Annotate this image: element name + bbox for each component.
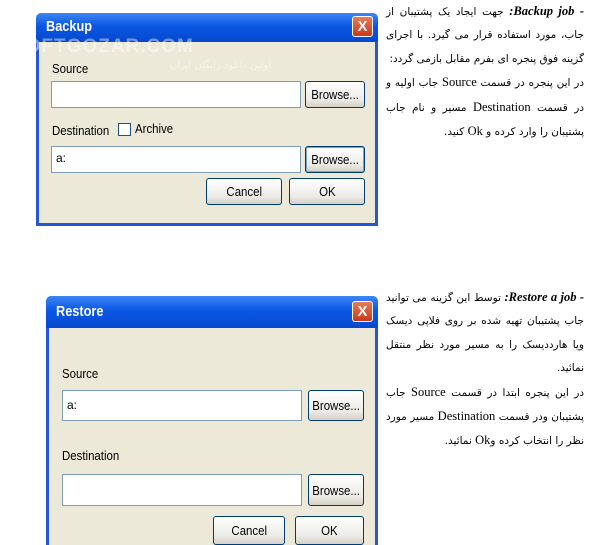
ok-button-label: OK — [321, 523, 338, 538]
backup-ok-button[interactable]: OK — [289, 178, 365, 205]
browse-button-label: Browse... — [311, 152, 359, 167]
restore-description: - Restore a job: توسط این گزینه می توانی… — [386, 286, 584, 454]
backup-source-label: Source — [52, 61, 89, 76]
backup-destination-label: Destination — [52, 123, 110, 138]
restore-cancel-button[interactable]: Cancel — [213, 516, 285, 545]
cancel-button-label: Cancel — [231, 523, 267, 538]
backup-destination-browse-button[interactable]: Browse... — [305, 146, 365, 173]
restore-source-browse-button[interactable]: Browse... — [308, 390, 364, 421]
backup-dialog-title: Backup — [46, 18, 93, 35]
restore-ok-word: Ok — [475, 433, 491, 448]
archive-checkbox[interactable] — [118, 123, 131, 136]
restore-job-heading: - Restore a job: — [504, 290, 585, 304]
restore-destination-input[interactable] — [62, 474, 302, 506]
backup-source-browse-button[interactable]: Browse... — [305, 81, 365, 108]
close-icon: X — [357, 18, 368, 35]
backup-description-p2a: در این پنجره در قسمت — [476, 77, 584, 90]
browse-button-label: Browse... — [312, 398, 360, 413]
backup-close-button[interactable]: X — [352, 16, 373, 37]
restore-dialog: Restore X Source a: Browse... Destinatio… — [46, 296, 378, 545]
restore-description-intro: توسط این گزینه می توانید جاب پشتیبان تهی… — [386, 292, 584, 375]
backup-description: - Backup job: جهت ایجاد یک پشتیبان از جا… — [386, 0, 584, 144]
backup-destination-input[interactable]: a: — [51, 146, 301, 173]
restore-dialog-title: Restore — [56, 303, 104, 320]
restore-source-label: Source — [62, 366, 99, 381]
backup-job-heading: - Backup job: — [509, 4, 584, 18]
restore-destination-browse-button[interactable]: Browse... — [308, 474, 364, 506]
restore-destination-word: Destination — [437, 409, 496, 424]
close-icon: X — [357, 303, 368, 320]
restore-description-p2a: در این پنجره ابتدا در قسمت — [445, 386, 585, 399]
backup-description-p2d: کنید. — [444, 126, 468, 139]
browse-button-label: Browse... — [311, 87, 359, 102]
backup-source-word: Source — [442, 75, 477, 90]
ok-button-label: OK — [318, 184, 336, 199]
restore-dialog-body: Source a: Browse... Destination Browse..… — [49, 328, 375, 545]
watermark-subtext: اولین دانلود رایگان ایران — [170, 60, 272, 71]
browse-button-label: Browse... — [312, 482, 360, 498]
restore-source-word: Source — [411, 384, 446, 399]
backup-cancel-button[interactable]: Cancel — [206, 178, 282, 205]
archive-label: Archive — [135, 121, 174, 136]
restore-source-input[interactable]: a: — [62, 390, 302, 421]
watermark-logo: SOFTGOZAR.COM — [12, 36, 194, 57]
backup-destination-word: Destination — [472, 99, 531, 114]
restore-description-p2d: نمائید. — [444, 435, 476, 448]
cancel-button-label: Cancel — [226, 184, 262, 199]
restore-title-bar[interactable]: Restore X — [46, 296, 378, 328]
restore-close-button[interactable]: X — [352, 301, 373, 322]
restore-ok-button[interactable]: OK — [295, 516, 364, 545]
restore-destination-label: Destination — [62, 448, 120, 463]
backup-source-input[interactable] — [51, 81, 301, 108]
backup-ok-word: Ok — [467, 124, 483, 139]
